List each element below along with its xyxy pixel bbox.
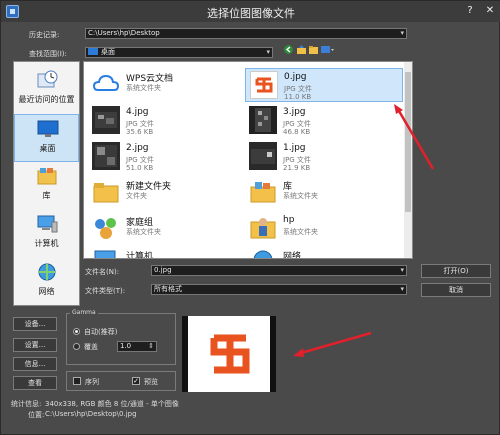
annotation-arrow-to-file	[397, 110, 435, 170]
arrowhead-icon	[394, 104, 403, 114]
annotation-arrows	[293, 104, 435, 357]
file-open-dialog: 选择位图图像文件 ? ✕ 历史记录: C:\Users\hp\Desktop ▾…	[0, 0, 500, 435]
arrowhead-icon	[293, 348, 304, 357]
annotation-arrow-to-preview	[300, 331, 372, 355]
